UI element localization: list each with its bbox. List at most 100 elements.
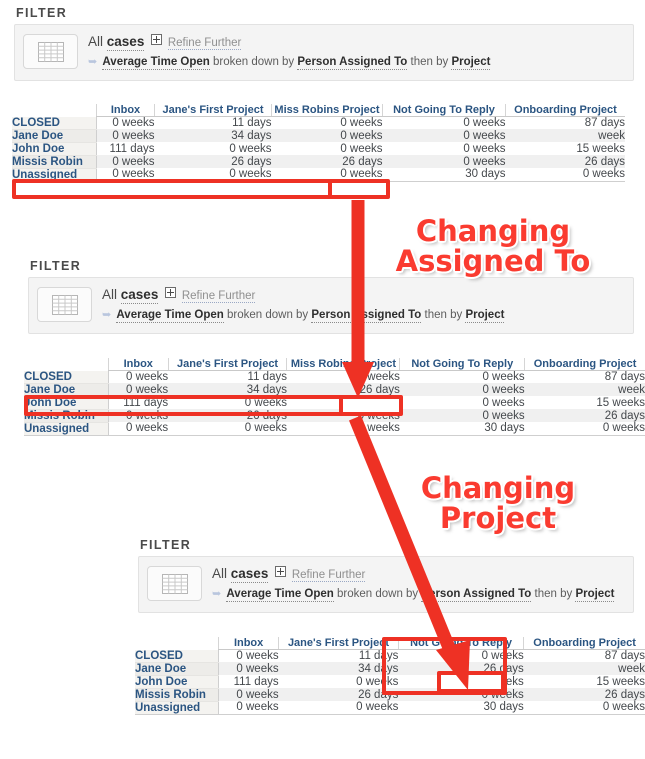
plus-box-icon[interactable] xyxy=(275,566,287,577)
table-cell[interactable]: 0 weeks xyxy=(96,155,155,168)
column-header[interactable]: Miss Robins Project xyxy=(271,104,383,117)
table-cell[interactable]: 11 days xyxy=(168,370,287,383)
table-cell[interactable]: 0 weeks xyxy=(278,701,399,715)
row-header[interactable]: CLOSED xyxy=(24,370,109,384)
dimension-1[interactable]: Person Assigned To xyxy=(297,56,408,70)
table-cell[interactable]: 0 weeks xyxy=(271,142,383,155)
dimension-1[interactable]: Person Assigned To xyxy=(421,588,532,602)
dimension-1[interactable]: Person Assigned To xyxy=(311,309,422,323)
row-header[interactable]: John Doe xyxy=(135,675,220,689)
table-cell[interactable]: 0 weeks xyxy=(168,396,287,409)
metric-label[interactable]: Average Time Open xyxy=(226,588,334,602)
table-cell[interactable]: 0 weeks xyxy=(108,422,169,436)
column-header[interactable]: Jane's First Project xyxy=(278,637,399,650)
table-cell[interactable]: 15 weeks xyxy=(505,142,625,155)
table-view-button[interactable] xyxy=(147,566,202,601)
row-header[interactable]: Jane Doe xyxy=(24,383,109,397)
table-cell[interactable]: 0 weeks xyxy=(108,409,169,422)
table-cell[interactable]: 0 weeks xyxy=(96,168,155,182)
table-cell[interactable]: 0 weeks xyxy=(398,675,524,688)
table-cell[interactable]: 26 days xyxy=(505,155,625,168)
table-cell[interactable]: 0 weeks xyxy=(168,422,287,436)
table-cell[interactable]: 0 weeks xyxy=(524,422,645,436)
column-header[interactable]: Miss Robins Project xyxy=(286,358,400,371)
column-header[interactable]: Inbox xyxy=(218,637,279,650)
column-header[interactable]: Not Going To Reply xyxy=(382,104,506,117)
table-cell[interactable]: 26 days xyxy=(398,662,524,675)
table-cell[interactable]: 0 weeks xyxy=(286,409,400,422)
plus-box-icon[interactable] xyxy=(165,287,177,298)
row-header[interactable]: CLOSED xyxy=(135,649,220,663)
table-cell[interactable]: 87 days xyxy=(524,370,645,383)
table-cell[interactable]: 0 weeks xyxy=(505,168,625,182)
table-view-button[interactable] xyxy=(23,34,78,69)
row-header[interactable]: Missis Robin xyxy=(24,409,109,423)
table-view-button[interactable] xyxy=(37,287,92,322)
column-header[interactable]: Not Going To Reply xyxy=(397,637,524,650)
table-cell[interactable]: 0 weeks xyxy=(278,675,399,688)
table-cell[interactable]: 0 weeks xyxy=(382,142,506,155)
table-cell[interactable]: 111 days xyxy=(108,396,169,409)
table-cell[interactable]: 0 weeks xyxy=(154,142,272,155)
column-header[interactable]: Inbox xyxy=(96,104,155,117)
dimension-2[interactable]: Project xyxy=(465,309,505,323)
table-cell[interactable]: 0 weeks xyxy=(154,168,272,182)
table-cell[interactable]: 30 days xyxy=(382,168,506,182)
column-header[interactable]: Jane's First Project xyxy=(154,104,272,117)
metric-label[interactable]: Average Time Open xyxy=(102,56,210,70)
table-cell[interactable]: 15 weeks xyxy=(524,396,645,409)
table-cell[interactable]: 0 weeks xyxy=(382,155,506,168)
table-cell[interactable]: 0 weeks xyxy=(399,370,525,383)
table-cell[interactable]: 0 weeks xyxy=(399,383,525,396)
table-cell[interactable]: 111 days xyxy=(218,675,279,688)
table-cell[interactable]: 26 days xyxy=(278,688,399,701)
table-cell[interactable]: 0 weeks xyxy=(218,649,279,662)
table-cell[interactable]: 30 days xyxy=(399,422,525,436)
table-cell[interactable]: week xyxy=(524,383,645,396)
table-cell[interactable]: 0 weeks xyxy=(382,116,506,129)
table-cell[interactable]: 11 days xyxy=(154,116,272,129)
table-cell[interactable]: 0 weeks xyxy=(286,370,400,383)
dimension-2[interactable]: Project xyxy=(575,588,615,602)
table-cell[interactable]: 34 days xyxy=(168,383,287,396)
row-header[interactable]: Jane Doe xyxy=(12,129,97,143)
table-cell[interactable]: 0 weeks xyxy=(271,168,383,182)
refine-further-link[interactable]: Refine Further xyxy=(167,37,242,50)
row-header[interactable]: Unassigned xyxy=(135,701,220,715)
dimension-2[interactable]: Project xyxy=(451,56,491,70)
table-cell[interactable]: 26 days xyxy=(154,155,272,168)
table-cell[interactable]: 0 weeks xyxy=(523,701,645,715)
table-cell[interactable]: 15 weeks xyxy=(523,675,645,688)
table-cell[interactable]: 0 weeks xyxy=(218,701,279,715)
row-header[interactable]: CLOSED xyxy=(12,116,97,130)
column-header[interactable]: Jane's First Project xyxy=(167,358,287,371)
column-header[interactable]: Onboarding Project xyxy=(505,104,625,117)
table-cell[interactable]: 0 weeks xyxy=(398,649,524,662)
scope-subject[interactable]: cases xyxy=(120,287,159,304)
table-cell[interactable]: 87 days xyxy=(523,649,645,662)
table-cell[interactable]: week xyxy=(505,129,625,142)
table-cell[interactable]: 26 days xyxy=(523,688,645,701)
refine-further-link[interactable]: Refine Further xyxy=(291,569,366,582)
table-cell[interactable]: 0 weeks xyxy=(271,116,383,129)
row-header[interactable]: Jane Doe xyxy=(135,662,220,676)
table-cell[interactable]: 87 days xyxy=(505,116,625,129)
table-cell[interactable]: 0 weeks xyxy=(382,129,506,142)
table-cell[interactable]: 0 weeks xyxy=(399,409,525,422)
table-cell[interactable]: 0 weeks xyxy=(108,383,169,396)
table-cell[interactable]: 0 weeks xyxy=(218,662,279,675)
table-cell[interactable]: 0 weeks xyxy=(399,396,525,409)
table-cell[interactable]: 30 days xyxy=(398,701,524,715)
column-header[interactable]: Onboarding Project xyxy=(523,637,645,650)
column-header[interactable]: Onboarding Project xyxy=(524,358,645,371)
table-cell[interactable]: week xyxy=(523,662,645,675)
row-header[interactable]: Missis Robin xyxy=(135,688,220,702)
table-cell[interactable]: 26 days xyxy=(524,409,645,422)
column-header[interactable]: Not Going To Reply xyxy=(399,358,525,371)
table-cell[interactable]: 26 days xyxy=(286,383,400,396)
scope-subject[interactable]: cases xyxy=(230,566,269,583)
table-cell[interactable]: 0 weeks xyxy=(218,688,279,701)
table-cell[interactable]: 26 days xyxy=(271,155,383,168)
table-cell[interactable]: 26 days xyxy=(168,409,287,422)
row-header[interactable]: Missis Robin xyxy=(12,155,97,169)
